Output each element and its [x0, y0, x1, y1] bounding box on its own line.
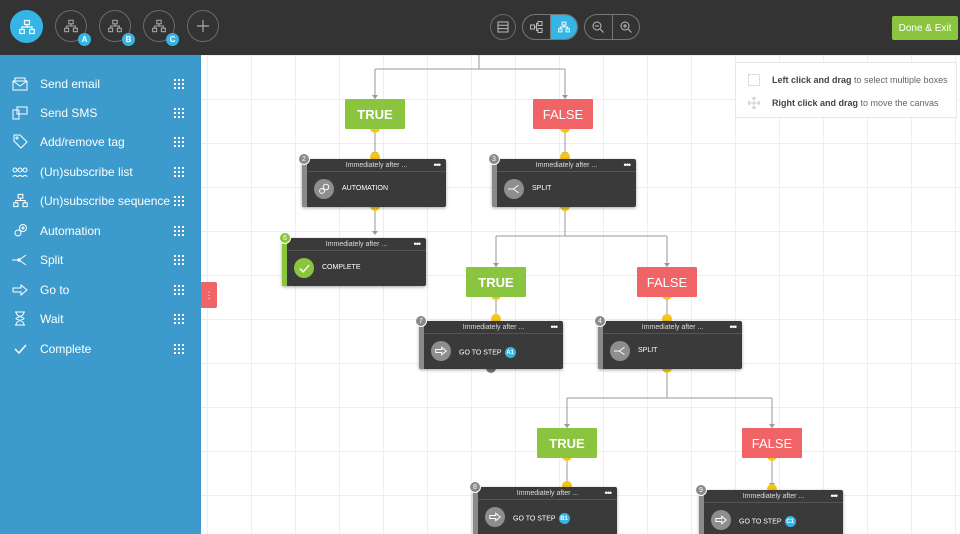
split-icon — [504, 179, 524, 199]
selection-box-icon — [748, 74, 760, 86]
split-icon — [610, 341, 630, 361]
step-node-split[interactable]: Immediately after ... ••• SPLIT — [598, 321, 742, 369]
more-options-icon[interactable]: ••• — [551, 322, 559, 332]
step-node-goto[interactable]: Immediately after ... ••• GO TO STEP C1 — [699, 490, 843, 534]
more-options-icon[interactable]: ••• — [831, 491, 839, 501]
node-label: SPLIT — [638, 347, 658, 354]
branch-false-label[interactable]: FALSE — [637, 267, 697, 297]
node-label: GO TO STEP C1 — [739, 516, 796, 527]
node-timing: Immediately after ... — [287, 238, 426, 251]
automation-icon — [314, 179, 334, 199]
more-options-icon[interactable]: ••• — [434, 160, 442, 170]
step-number: 4 — [594, 315, 606, 327]
branch-true-label[interactable]: TRUE — [345, 99, 405, 129]
node-timing: Immediately after ... — [307, 159, 446, 172]
canvas-help-panel: Left click and drag to select multiple b… — [735, 62, 957, 118]
more-options-icon[interactable]: ••• — [605, 488, 613, 498]
step-node-complete[interactable]: Immediately after ... ••• COMPLETE — [282, 238, 426, 286]
move-icon — [748, 97, 760, 109]
step-badge: A1 — [504, 347, 516, 358]
step-number: 3 — [488, 153, 500, 165]
node-label: COMPLETE — [322, 264, 361, 271]
step-number: 9 — [695, 484, 707, 496]
branch-false-label[interactable]: FALSE — [533, 99, 593, 129]
branch-true-label[interactable]: TRUE — [466, 267, 526, 297]
more-options-icon[interactable]: ••• — [730, 322, 738, 332]
more-options-icon[interactable]: ••• — [624, 160, 632, 170]
check-icon — [294, 258, 314, 278]
node-label: GO TO STEP B1 — [513, 513, 570, 524]
more-options-icon[interactable]: ••• — [414, 239, 422, 249]
step-number: 8 — [469, 481, 481, 493]
node-timing: Immediately after ... — [603, 321, 742, 334]
step-number: 6 — [279, 232, 291, 244]
step-node-goto[interactable]: Immediately after ... ••• GO TO STEP A1 — [419, 321, 563, 369]
node-label: SPLIT — [532, 185, 552, 192]
arrow-right-icon — [431, 341, 451, 361]
node-timing: Immediately after ... — [478, 487, 617, 500]
canvas-drawer-tab[interactable]: ⋮ — [201, 282, 217, 308]
branch-true-label[interactable]: TRUE — [537, 428, 597, 458]
node-timing: Immediately after ... — [497, 159, 636, 172]
help-move: Right click and drag to move the canvas — [772, 98, 939, 108]
help-select: Left click and drag to select multiple b… — [772, 75, 948, 85]
arrow-right-icon — [711, 510, 731, 530]
step-badge: C1 — [784, 516, 796, 527]
arrow-right-icon — [485, 507, 505, 527]
step-number: 7 — [415, 315, 427, 327]
step-node-automation[interactable]: Immediately after ... ••• AUTOMATION — [302, 159, 446, 207]
step-number: 2 — [298, 153, 310, 165]
node-timing: Immediately after ... — [704, 490, 843, 503]
step-badge: B1 — [558, 513, 570, 524]
step-node-goto[interactable]: Immediately after ... ••• GO TO STEP B1 — [473, 487, 617, 534]
branch-false-label[interactable]: FALSE — [742, 428, 802, 458]
node-label: GO TO STEP A1 — [459, 347, 516, 358]
node-label: AUTOMATION — [342, 185, 389, 192]
step-node-split[interactable]: Immediately after ... ••• SPLIT — [492, 159, 636, 207]
node-timing: Immediately after ... — [424, 321, 563, 334]
